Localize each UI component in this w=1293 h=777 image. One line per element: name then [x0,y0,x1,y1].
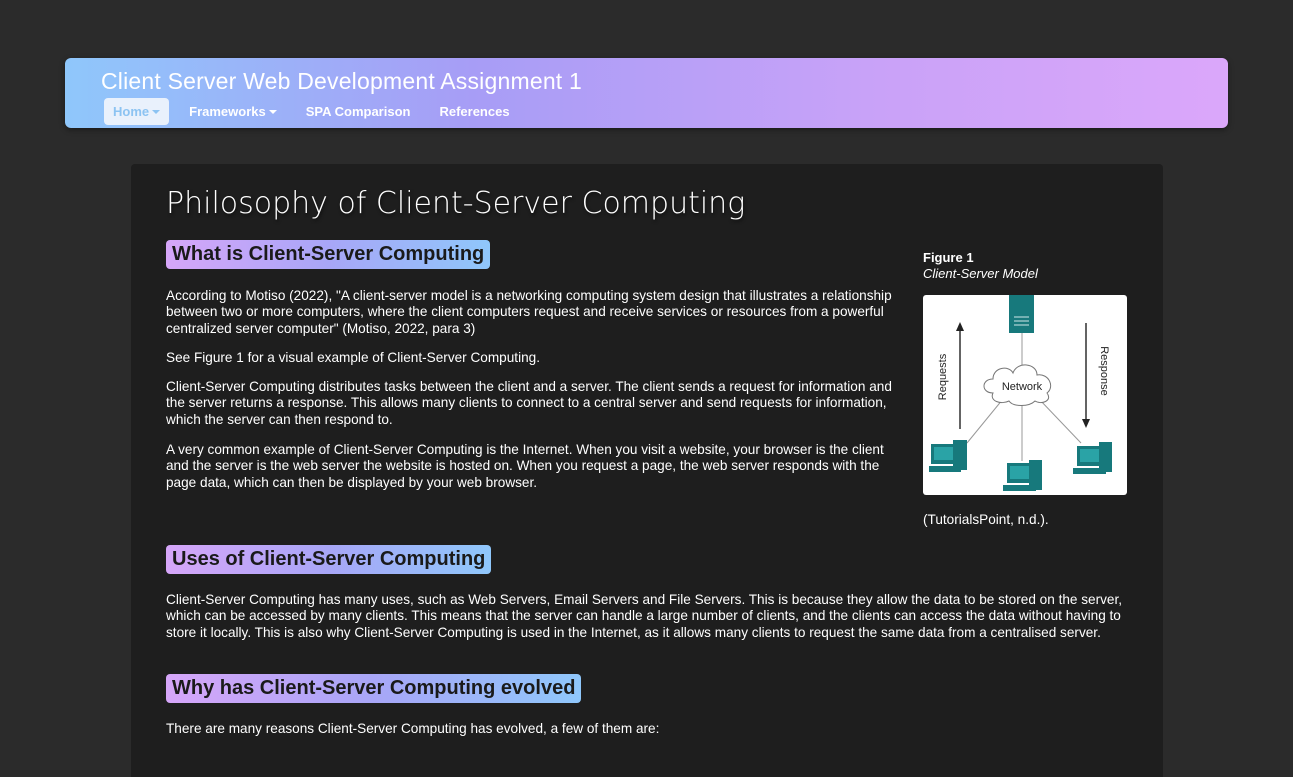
figure-label: Figure 1 [923,250,974,265]
client-server-diagram-svg: Network Requests Response [929,295,1112,491]
nav-references-label: References [439,104,510,119]
client-server-diagram: Network Requests Response [923,295,1127,495]
paragraph-internet-example: A very common example of Client-Server C… [166,442,884,490]
figure-caption: Client-Server Model [923,266,1038,281]
nav-spa-comparison-label: SPA Comparison [305,104,411,119]
paragraph-uses: Client-Server Computing has many uses, s… [166,592,1123,640]
page-title: Philosophy of Client-Server Computing [166,186,746,221]
paragraph-figure-reference: See Figure 1 for a visual example of Cli… [166,350,541,365]
paragraph-evolved-intro: There are many reasons Client-Server Com… [166,721,660,736]
connection-line [1038,398,1082,444]
client-computer-icon [929,440,967,472]
cut-off-link[interactable] [166,750,366,760]
site-title[interactable]: Client Server Web Development Assignment… [101,68,582,95]
section-heading-what-is: What is Client-Server Computing [166,240,491,269]
client-computer-icon [1073,442,1112,474]
top-navbar: Client Server Web Development Assignment… [65,58,1228,128]
figure-client-server-model: Figure 1 Client-Server Model Network Req… [923,250,1128,495]
response-arrow-icon [1082,323,1090,428]
figure-citation: (TutorialsPoint, n.d.). [923,512,1049,527]
nav-home-label: Home [113,104,150,119]
nav-frameworks-label: Frameworks [189,104,266,119]
content-panel: Philosophy of Client-Server Computing Wh… [131,164,1163,777]
requests-arrow-icon [956,322,964,429]
section-heading-evolved: Why has Client-Server Computing evolved [166,674,582,703]
caret-down-icon [268,110,277,114]
client-computer-icon [1003,460,1042,491]
response-label: Response [1098,346,1110,396]
caret-down-icon [152,110,161,114]
requests-label: Requests [937,353,949,400]
nav-spa-comparison[interactable]: SPA Comparison [297,98,420,125]
connection-line [966,398,1004,444]
network-label: Network [1002,381,1043,393]
nav-frameworks-dropdown[interactable]: Frameworks [180,98,286,125]
paragraph-definition: According to Motiso (2022), "A client-se… [166,288,892,336]
server-icon [1009,295,1034,333]
nav-references[interactable]: References [430,98,518,125]
nav-home-dropdown[interactable]: Home [104,98,170,125]
paragraph-distribution: Client-Server Computing distributes task… [166,379,892,427]
cut-off-link-text [166,759,366,760]
section-heading-uses: Uses of Client-Server Computing [166,545,492,574]
nav-links: Home Frameworks SPA Comparison Reference… [104,98,530,125]
